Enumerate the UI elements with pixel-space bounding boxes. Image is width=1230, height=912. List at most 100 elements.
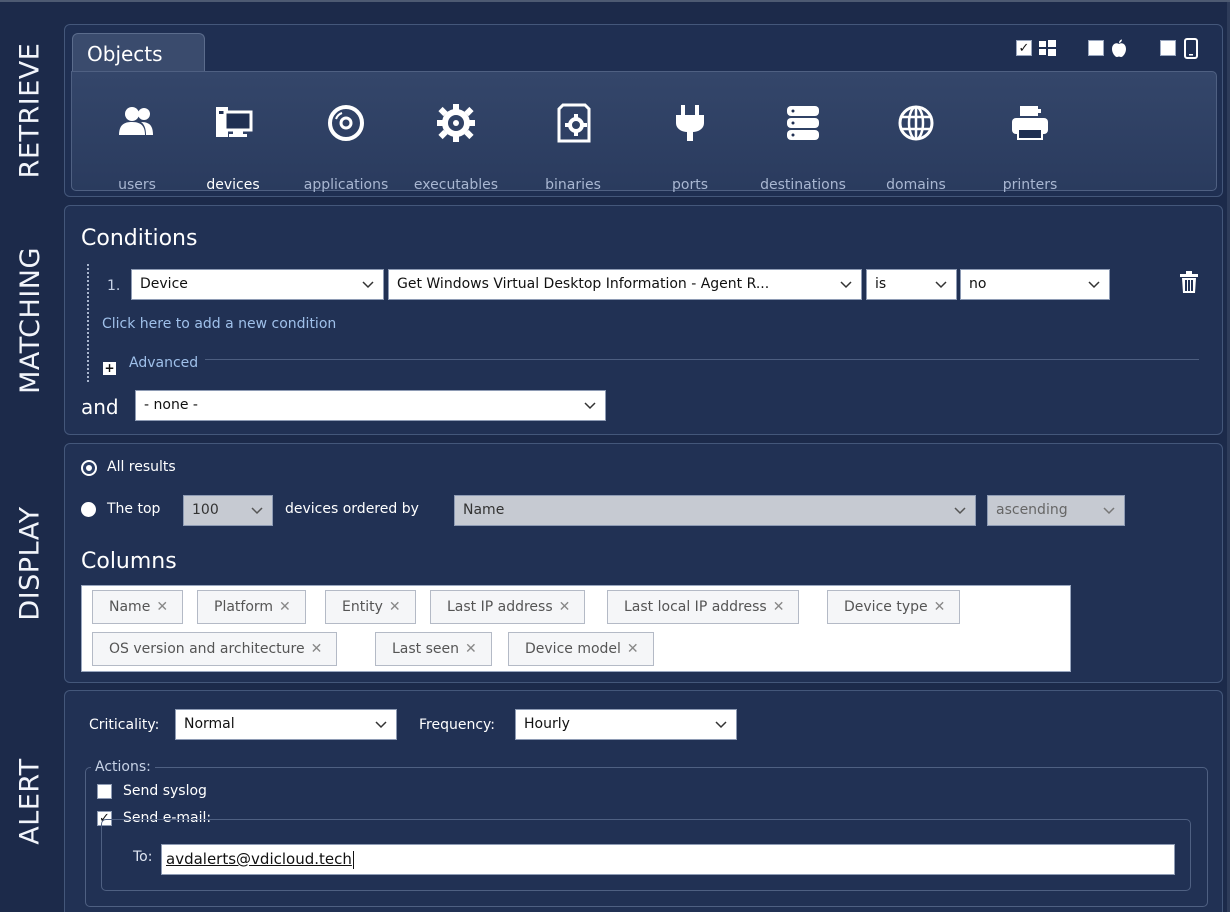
condition-property-select[interactable]: Get Windows Virtual Desktop Information … xyxy=(388,269,862,300)
column-chip[interactable]: OS version and architecture ✕ xyxy=(92,632,338,666)
display-section-label: DISPLAY xyxy=(14,505,46,621)
object-domains[interactable]: domains xyxy=(866,79,966,194)
apple-checkbox[interactable] xyxy=(1088,40,1104,56)
criticality-label: Criticality: xyxy=(89,717,160,733)
and-group-select[interactable]: - none - xyxy=(135,390,606,421)
object-users[interactable]: users xyxy=(87,79,187,194)
applications-icon xyxy=(328,105,364,141)
remove-icon[interactable]: ✕ xyxy=(934,599,946,615)
object-binaries[interactable]: binaries xyxy=(523,79,623,194)
remove-icon[interactable]: ✕ xyxy=(773,599,785,615)
top-results-radio[interactable] xyxy=(81,502,96,517)
text-caret xyxy=(352,850,354,869)
to-label: To: xyxy=(133,849,153,865)
expand-plus-icon[interactable]: + xyxy=(103,362,116,375)
send-syslog-label: Send syslog xyxy=(123,783,207,799)
alert-section-label: ALERT xyxy=(14,757,46,845)
alert-panel: Criticality: Normal Frequency: Hourly Ac… xyxy=(64,690,1223,912)
order-field-select[interactable]: Name xyxy=(454,495,976,526)
windows-icon xyxy=(1039,40,1056,56)
matching-panel: Conditions 1. Device Get Windows Virtual… xyxy=(64,205,1223,435)
top-border xyxy=(0,0,1230,2)
condition-number: 1. xyxy=(107,278,121,294)
devices-icon xyxy=(216,107,253,137)
order-direction-select[interactable]: ascending xyxy=(987,495,1125,526)
column-chip[interactable]: Device model ✕ xyxy=(508,632,654,666)
windows-checkbox[interactable]: ✓ xyxy=(1016,40,1032,56)
condition-operator-select[interactable]: is xyxy=(866,269,957,300)
object-label: domains xyxy=(886,177,946,193)
object-label: applications xyxy=(303,177,389,193)
frequency-label: Frequency: xyxy=(419,717,496,733)
frequency-select[interactable]: Hourly xyxy=(515,709,737,740)
executables-icon xyxy=(437,104,475,142)
chevron-down-icon xyxy=(362,281,374,289)
remove-icon[interactable]: ✕ xyxy=(389,599,401,615)
remove-icon[interactable]: ✕ xyxy=(627,641,639,657)
email-to-input[interactable]: avdalerts@vdicloud.tech xyxy=(161,844,1175,875)
platform-toggles: ✓ xyxy=(996,37,1202,59)
retrieve-section-label: RETRIEVE xyxy=(14,42,46,179)
column-chip[interactable]: Last local IP address ✕ xyxy=(607,590,800,624)
apple-icon xyxy=(1112,39,1126,57)
object-ports[interactable]: ports xyxy=(640,79,740,194)
apple-toggle[interactable] xyxy=(1088,37,1130,59)
users-icon xyxy=(119,107,153,135)
remove-icon[interactable]: ✕ xyxy=(279,599,291,615)
column-chip[interactable]: Platform ✕ xyxy=(197,590,306,624)
column-chip[interactable]: Name ✕ xyxy=(92,590,184,624)
advanced-toggle[interactable]: Advanced xyxy=(129,355,198,371)
all-results-radio[interactable] xyxy=(83,462,95,474)
and-label: and xyxy=(81,395,119,419)
chevron-down-icon xyxy=(1088,281,1100,289)
object-devices[interactable]: devices xyxy=(183,79,283,194)
remove-icon[interactable]: ✕ xyxy=(311,641,323,657)
remove-icon[interactable]: ✕ xyxy=(465,641,477,657)
trash-icon[interactable] xyxy=(1175,268,1203,296)
mobile-toggle[interactable] xyxy=(1160,37,1202,59)
all-results-label: All results xyxy=(107,459,176,475)
object-printers[interactable]: printers xyxy=(980,79,1080,194)
objects-tab[interactable]: Objects xyxy=(72,33,205,73)
remove-icon[interactable]: ✕ xyxy=(156,599,168,615)
object-label: users xyxy=(118,177,156,193)
column-chip[interactable]: Device type ✕ xyxy=(827,590,961,624)
columns-box[interactable]: Name ✕ Platform ✕ Entity ✕ Last IP address ✕… xyxy=(81,585,1071,672)
object-label: destinations xyxy=(760,177,846,193)
destinations-icon xyxy=(787,106,819,140)
column-chip[interactable]: Entity ✕ xyxy=(325,590,416,624)
remove-icon[interactable]: ✕ xyxy=(559,599,571,615)
condition-object-select[interactable]: Device xyxy=(131,269,384,300)
object-applications[interactable]: applications xyxy=(296,79,396,194)
columns-title: Columns xyxy=(81,549,177,574)
column-chip[interactable]: Last IP address ✕ xyxy=(430,590,586,624)
domains-icon xyxy=(898,105,934,141)
object-executables[interactable]: executables xyxy=(406,79,506,194)
actions-label: Actions: xyxy=(91,759,155,775)
display-panel: All results The top 100 devices ordered … xyxy=(64,443,1223,683)
windows-toggle[interactable]: ✓ xyxy=(1016,37,1058,59)
ports-icon xyxy=(676,105,704,141)
page-frame: RETRIEVE MATCHING DISPLAY ALERT Objects … xyxy=(0,0,1230,912)
object-label: binaries xyxy=(545,177,601,193)
advanced-divider xyxy=(205,359,1199,360)
add-condition-link[interactable]: Click here to add a new condition xyxy=(102,316,336,332)
chevron-down-icon xyxy=(840,281,852,289)
ordered-by-label: devices ordered by xyxy=(285,501,419,517)
chevron-down-icon xyxy=(251,507,263,515)
retrieve-panel: Objects ✓ users devices applications exe… xyxy=(64,24,1223,197)
top-label: The top xyxy=(107,501,161,517)
criticality-select[interactable]: Normal xyxy=(175,709,397,740)
object-label: ports xyxy=(672,177,708,193)
matching-section-label: MATCHING xyxy=(14,246,46,394)
column-chip[interactable]: Last seen ✕ xyxy=(375,632,492,666)
chevron-down-icon xyxy=(935,281,947,289)
mobile-checkbox[interactable] xyxy=(1160,40,1176,56)
send-syslog-checkbox[interactable] xyxy=(97,784,112,799)
condition-value-select[interactable]: no xyxy=(960,269,1110,300)
chevron-down-icon xyxy=(584,402,596,410)
chevron-down-icon xyxy=(1103,507,1115,515)
top-count-select[interactable]: 100 xyxy=(183,495,273,526)
mobile-icon xyxy=(1184,38,1198,59)
object-destinations[interactable]: destinations xyxy=(753,79,853,194)
